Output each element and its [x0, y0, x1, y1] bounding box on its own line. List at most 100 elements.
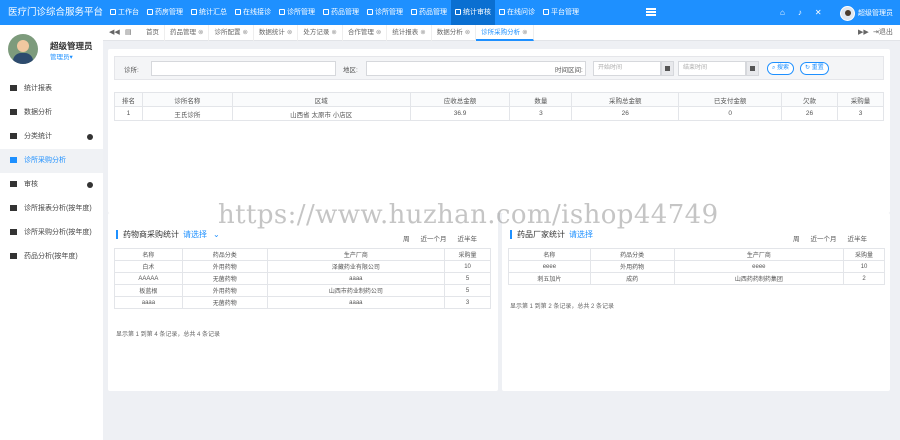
- table-cell: eeee: [673, 260, 845, 273]
- home-icon[interactable]: ⌂: [780, 8, 785, 17]
- close-icon[interactable]: ⊗: [376, 29, 381, 36]
- column-header[interactable]: 生产厂商: [266, 248, 446, 261]
- sidebar-item[interactable]: 药品分析(按年度): [0, 245, 103, 269]
- column-header[interactable]: 采购量: [444, 248, 491, 261]
- period-filter[interactable]: 近半年: [848, 233, 868, 243]
- column-header[interactable]: 名称: [508, 248, 591, 261]
- bell-icon[interactable]: ♪: [798, 8, 802, 17]
- close-icon[interactable]: ⊗: [465, 29, 470, 36]
- close-icon[interactable]: ⊗: [198, 29, 203, 36]
- table-row[interactable]: 板蓝根 外用药物 山西市药业制药公司 5: [114, 284, 491, 297]
- topnav-item[interactable]: 统计审核: [451, 0, 495, 25]
- tab[interactable]: 数据统计 ⊗: [254, 25, 299, 41]
- column-header[interactable]: 数量: [509, 92, 573, 107]
- topnav-label: 在线接诊: [243, 9, 271, 16]
- topnav-item[interactable]: 统计汇总: [187, 0, 231, 25]
- table-row[interactable]: 1 王氏诊所 山西省 太原市 小店区 36.9 3 26 0 26 3: [114, 106, 884, 121]
- tab-home[interactable]: 首页: [141, 25, 165, 41]
- column-header[interactable]: 采购量: [843, 248, 885, 261]
- tab[interactable]: 药品管理 ⊗: [165, 25, 210, 41]
- period-filter[interactable]: 近半年: [458, 233, 478, 243]
- topnav-item[interactable]: 在线接诊: [231, 0, 275, 25]
- app-title: 医疗门诊综合服务平台: [0, 0, 104, 25]
- table-cell: 3: [444, 296, 491, 309]
- tab[interactable]: 处方记录 ⊗: [298, 25, 343, 41]
- topnav-item[interactable]: 药品管理: [319, 0, 363, 25]
- calendar-icon[interactable]: [661, 61, 674, 76]
- table-row[interactable]: 白术 外用药物 泽藏药业有限公司 10: [114, 260, 491, 273]
- table-row[interactable]: 刺五加片 成药 山西药药制药集团 2: [508, 272, 885, 285]
- topnav-label: 药房管理: [155, 9, 183, 16]
- sidebar-item[interactable]: 审核: [0, 173, 103, 197]
- column-header[interactable]: 诊所名称: [141, 92, 233, 107]
- topnav-item[interactable]: 药品管理: [407, 0, 451, 25]
- period-select[interactable]: 请选择: [183, 230, 207, 239]
- column-header[interactable]: 排名: [114, 92, 143, 107]
- clinic-input[interactable]: [151, 61, 336, 76]
- phone-icon: [235, 9, 241, 15]
- close-icon[interactable]: ⊗: [522, 29, 527, 36]
- sidebar-item[interactable]: 诊所采购分析: [0, 149, 103, 173]
- close-icon[interactable]: ✕: [815, 8, 822, 17]
- user-menu[interactable]: 超级管理员: [840, 5, 893, 21]
- topnav-item[interactable]: 诊所管理: [275, 0, 319, 25]
- column-header[interactable]: 名称: [114, 248, 183, 261]
- period-filter[interactable]: 近一个月: [811, 233, 837, 243]
- table-row[interactable]: AAAAA 无菌药物 aaaa 5: [114, 272, 491, 285]
- forward-icon[interactable]: ▶▶: [858, 25, 869, 41]
- close-icon[interactable]: ⊗: [420, 29, 425, 36]
- period-filter[interactable]: 周: [403, 233, 410, 243]
- search-button[interactable]: ⌕ 搜索: [767, 62, 795, 75]
- column-header[interactable]: 已支付金额: [678, 92, 783, 107]
- tab[interactable]: 合作管理 ⊗: [343, 25, 388, 41]
- topnav-item[interactable]: 平台管理: [539, 0, 583, 25]
- reset-button[interactable]: ↻ 重置: [800, 62, 829, 75]
- close-icon[interactable]: ⊗: [287, 29, 292, 36]
- column-header[interactable]: 欠款: [781, 92, 838, 107]
- sidebar-item[interactable]: 诊所报表分析(按年度): [0, 197, 103, 221]
- menu-icon[interactable]: [646, 8, 656, 16]
- close-icon[interactable]: ⊗: [331, 29, 336, 36]
- exit-button[interactable]: ⇥退出: [873, 25, 893, 41]
- table-cell: 山西省 太原市 小店区: [231, 106, 411, 121]
- period-filter[interactable]: 近一个月: [421, 233, 447, 243]
- sidebar-item[interactable]: 数据分析: [0, 101, 103, 125]
- calendar-icon[interactable]: [746, 61, 759, 76]
- topnav-item[interactable]: 在线问诊: [495, 0, 539, 25]
- topnav-item[interactable]: 药房管理: [143, 0, 187, 25]
- sidebar-item[interactable]: 统计报表: [0, 77, 103, 101]
- topnav-item[interactable]: 工作台: [106, 0, 143, 25]
- table-row[interactable]: eeee 外用药物 eeee 10: [508, 260, 885, 273]
- period-select[interactable]: 请选择: [569, 230, 593, 239]
- tab[interactable]: 诊所采购分析 ⊗: [476, 25, 534, 41]
- table-cell: 成药: [589, 272, 675, 285]
- chevron-down-icon[interactable]: ⌄: [213, 230, 220, 239]
- table-row[interactable]: aaaa 无菌药物 aaaa 3: [114, 296, 491, 309]
- clinic-icon: [279, 9, 285, 15]
- column-header[interactable]: 药品分类: [181, 248, 268, 261]
- column-header[interactable]: 生产厂商: [673, 248, 845, 261]
- tab[interactable]: 数据分析 ⊗: [432, 25, 477, 41]
- column-header[interactable]: 药品分类: [589, 248, 675, 261]
- tab[interactable]: 统计报表 ⊗: [387, 25, 432, 41]
- area-input[interactable]: [366, 61, 586, 76]
- end-date-input[interactable]: 结束时间: [678, 61, 746, 76]
- sidebar-item[interactable]: 诊所采购分析(按年度): [0, 221, 103, 245]
- table-cell: 泽藏药业有限公司: [266, 260, 446, 273]
- topnav-item[interactable]: 诊所管理: [363, 0, 407, 25]
- tab[interactable]: 诊所配置 ⊗: [209, 25, 254, 41]
- supplier-stats-panel: 药物商采购统计 请选择 ⌄ 周 近一个月 近半年 名称 药品分类 生产厂商 采购量 白术 外用药…: [108, 213, 498, 391]
- user-name-top: 超级管理员: [858, 10, 893, 17]
- back-icon[interactable]: ◀◀: [109, 25, 120, 41]
- sidebar-item[interactable]: 分类统计: [0, 125, 103, 149]
- start-date-input[interactable]: 开始时间: [593, 61, 661, 76]
- close-icon[interactable]: ⊗: [242, 29, 247, 36]
- column-header[interactable]: 采购总金额: [571, 92, 680, 107]
- fold-icon[interactable]: ▤: [125, 25, 132, 41]
- topnav-label: 平台管理: [551, 9, 579, 16]
- user-role-dropdown[interactable]: 管理员▾: [50, 51, 73, 61]
- column-header[interactable]: 应收总金额: [409, 92, 511, 107]
- column-header[interactable]: 区域: [231, 92, 411, 107]
- period-filter[interactable]: 周: [793, 233, 800, 243]
- column-header[interactable]: 采购量: [837, 92, 884, 107]
